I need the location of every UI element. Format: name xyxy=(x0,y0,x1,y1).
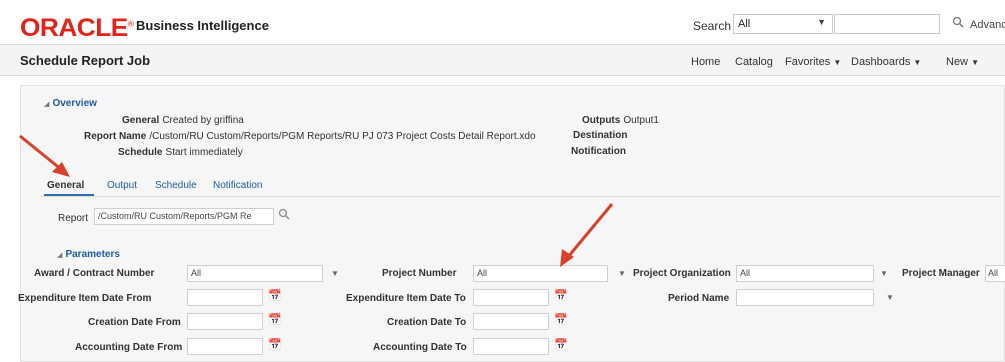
annotation-arrows xyxy=(19,134,614,267)
arrow-to-general-tab xyxy=(19,134,70,177)
arrow-to-project-number xyxy=(560,203,614,267)
